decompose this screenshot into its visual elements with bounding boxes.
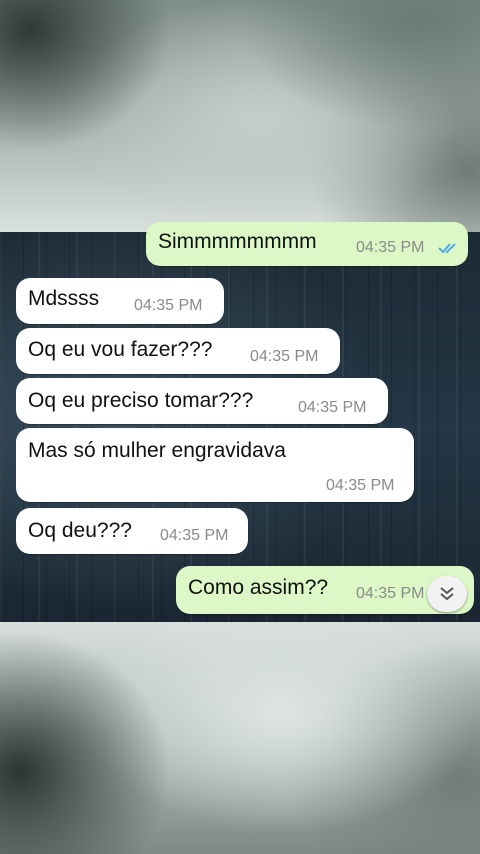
message-time: 04:35 PM <box>356 239 425 256</box>
message-time: 04:35 PM <box>326 477 395 494</box>
blurred-background-bottom <box>0 622 480 854</box>
blurred-background-top <box>0 0 480 232</box>
double-check-icon <box>438 243 456 254</box>
message-text: Oq deu??? <box>28 519 132 542</box>
message-text: Oq eu vou fazer??? <box>28 338 213 361</box>
message-time: 04:35 PM <box>298 399 367 416</box>
message-text: Mdssss <box>28 287 100 310</box>
message-bubble-incoming[interactable]: Oq deu??? 04:35 PM <box>16 508 248 554</box>
message-bubble-outgoing[interactable]: Simmmmmmmm 04:35 PM <box>146 222 468 266</box>
message-time: 04:35 PM <box>134 297 203 314</box>
message-time: 04:35 PM <box>356 585 425 602</box>
message-text: Mas só mulher engravidava <box>28 439 286 462</box>
message-text: Como assim?? <box>188 576 329 599</box>
message-bubble-incoming[interactable]: Mas só mulher engravidava 04:35 PM <box>16 428 414 502</box>
double-chevron-down-icon <box>440 587 454 601</box>
message-bubble-incoming[interactable]: Oq eu vou fazer??? 04:35 PM <box>16 328 340 374</box>
message-bubble-incoming[interactable]: Mdssss 04:35 PM <box>16 278 224 324</box>
message-time: 04:35 PM <box>250 348 319 365</box>
message-time: 04:35 PM <box>160 527 229 544</box>
message-text: Simmmmmmmm <box>158 230 317 253</box>
message-text: Oq eu preciso tomar??? <box>28 389 254 412</box>
message-bubble-incoming[interactable]: Oq eu preciso tomar??? 04:35 PM <box>16 378 388 424</box>
scroll-to-bottom-button[interactable] <box>427 576 467 612</box>
